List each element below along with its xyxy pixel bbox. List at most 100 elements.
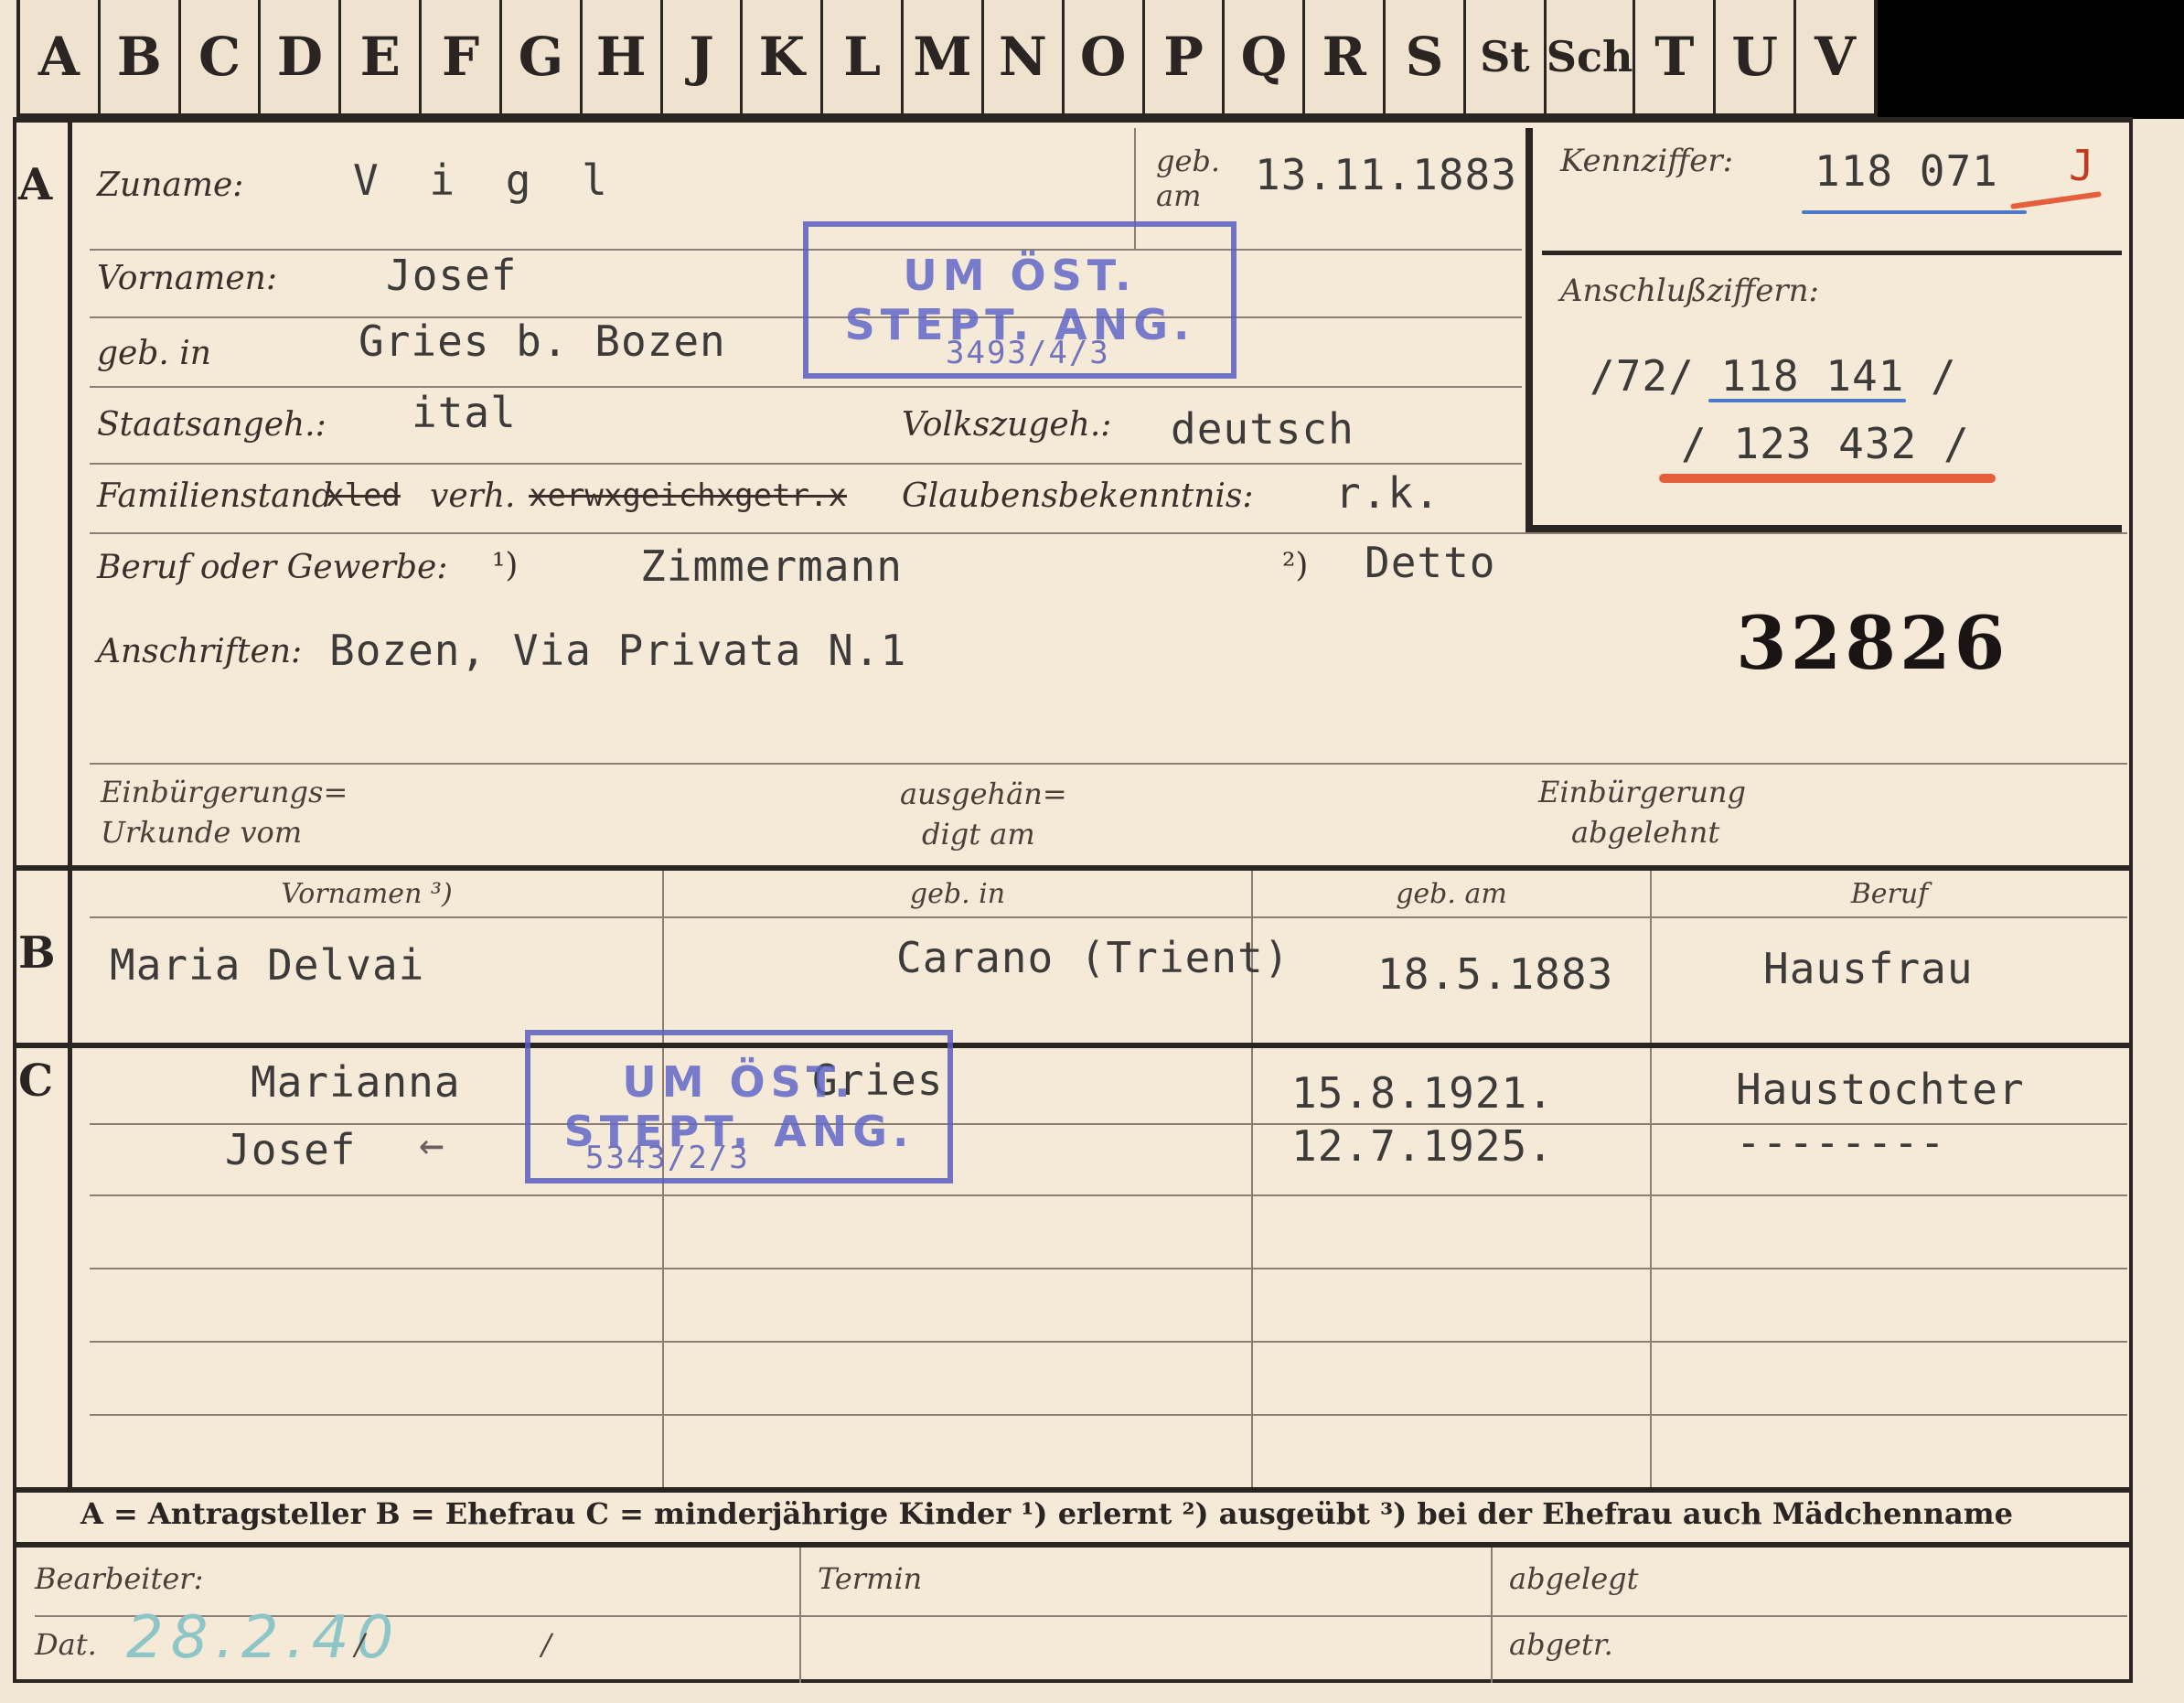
born-on-label-2: am [1156, 178, 1202, 213]
spouse-header-names: Vornamen ³) [281, 878, 453, 910]
section-divider-line [68, 123, 72, 1487]
red-underline [1659, 474, 1996, 483]
black-corner [1875, 0, 2184, 119]
address-value: Bozen, Via Privata N.1 [329, 626, 907, 675]
rule [90, 1341, 2127, 1343]
ethnicity-value: deutsch [1171, 404, 1354, 454]
occupation-label: Beruf oder Gewerbe: [97, 549, 448, 586]
child-1-born-on: 15.8.1921. [1291, 1068, 1554, 1118]
connect-label: Anschlußziffern: [1560, 273, 1819, 309]
address-label: Anschriften: [97, 633, 303, 670]
child-1-occupation: Haustochter [1736, 1065, 2025, 1114]
religion-value: r.k. [1335, 468, 1440, 518]
section-c-divider [16, 1043, 2129, 1048]
column-divider [1491, 1548, 1493, 1683]
rule [90, 1194, 2127, 1196]
child-1-name: Marianna [251, 1057, 461, 1107]
id-suffix: J [2069, 141, 2095, 190]
religion-label: Glaubensbekenntnis: [902, 477, 1254, 515]
rule [90, 532, 2127, 534]
rule [90, 1268, 2127, 1269]
stamp-um-ost-2: UM ÖST. STEPT. ANG. 5343/2/3 [525, 1030, 953, 1184]
tab-letter: U [1716, 0, 1797, 113]
rule [90, 463, 1522, 465]
tab-letter: T [1635, 0, 1717, 113]
surname-label: Zuname: [97, 166, 244, 204]
tab-letter: G [502, 0, 583, 113]
id-label: Kennziffer: [1560, 143, 1734, 179]
tab-letter: H [583, 0, 663, 113]
child-2-name: Josef [225, 1125, 357, 1174]
filed-label: abgelegt [1509, 1561, 1639, 1596]
spouse-header-born-in: geb. in [909, 878, 1006, 910]
naturalization-label-1: Einbürgerungs= [101, 775, 348, 809]
stamp-line-1: UM ÖST. [622, 1057, 856, 1107]
rule [90, 916, 2127, 918]
spouse-header-born-on: geb. am [1396, 878, 1507, 910]
tab-letter: D [261, 0, 342, 113]
child-2-born-on: 12.7.1925. [1291, 1121, 1554, 1171]
tab-letter: St [1466, 0, 1547, 113]
tab-letter: B [101, 0, 181, 113]
registration-card: A B C Zuname: V i g l geb. am 13.11.1883… [13, 117, 2133, 1683]
deadline-label: Termin [818, 1561, 923, 1596]
surname-value: V i g l [353, 155, 620, 205]
stamp-line-1: UM ÖST. [903, 251, 1137, 300]
blue-underline-2 [1708, 399, 1906, 402]
tab-letter: Q [1225, 0, 1306, 113]
born-in-value: Gries b. Bozen [359, 316, 726, 366]
tab-letter: P [1145, 0, 1226, 113]
tab-letter: L [823, 0, 905, 113]
rule [90, 763, 2127, 765]
processor-label: Bearbeiter: [35, 1561, 204, 1596]
legend: A = Antragsteller B = Ehefrau C = minder… [80, 1496, 2013, 1531]
file-number: 32826 [1736, 600, 2009, 686]
connect-number-1: /72/ 118 141 / [1590, 351, 1957, 401]
column-divider [799, 1548, 801, 1683]
stamp-um-ost-1: UM ÖST. STEPT. ANG. 3493/4/3 [803, 221, 1237, 379]
id-box-divider [1542, 251, 2122, 255]
spouse-born-on: 18.5.1883 [1377, 949, 1614, 999]
marital-struck-2: xerwxgeichxgetr.x [529, 477, 847, 514]
tab-letter: F [422, 0, 502, 113]
spouse-born-in: Carano (Trient) [896, 933, 1290, 982]
rule [90, 1414, 2127, 1416]
tab-letter: M [904, 0, 984, 113]
tab-letter: N [984, 0, 1065, 113]
citizenship-label: Staatsangeh.: [97, 406, 327, 444]
slash: / [541, 1627, 551, 1662]
first-names-value: Josef [386, 251, 518, 300]
occupation-footnote-1: ¹) [492, 547, 519, 584]
tab-letter: E [341, 0, 423, 113]
tab-letter: O [1065, 0, 1145, 113]
naturalization-label-2: Urkunde vom [101, 815, 303, 850]
citizenship-value: ital [412, 388, 517, 437]
section-label-c: C [18, 1055, 54, 1107]
occupation-footnote-2: ²) [1282, 547, 1309, 584]
first-names-label: Vornamen: [97, 260, 277, 297]
tab-letter: J [663, 0, 744, 113]
marital-status-label: Familienstand [97, 477, 333, 515]
column-divider [1650, 871, 1652, 1487]
child-2-occupation: -------- [1736, 1118, 1946, 1167]
born-on-value: 13.11.1883 [1255, 150, 1517, 199]
handed-out-label-1: ausgehän= [900, 777, 1067, 811]
rule [90, 386, 1522, 388]
handed-out-label-2: digt am [922, 817, 1035, 852]
blue-underline [1802, 210, 2027, 214]
tab-letter: C [181, 0, 262, 113]
slash: / [355, 1627, 365, 1662]
tab-letter: V [1814, 26, 1856, 88]
stamp-number: 3493/4/3 [946, 335, 1110, 371]
tab-letter: Sch [1547, 0, 1636, 113]
rejected-label-2: abgelehnt [1571, 815, 1720, 850]
footer-top-rule [16, 1542, 2129, 1548]
connect-number-2: / 123 432 / [1681, 419, 1970, 468]
transferred-label: abgetr. [1509, 1627, 1613, 1662]
alphabet-tab-strip: A B C D E F G H J K L M N O P Q R S St Sch T U V [16, 0, 1878, 117]
ethnicity-label: Volkszugeh.: [902, 406, 1112, 444]
id-number: 118 071 [1815, 146, 1998, 196]
date-label: Dat. [35, 1627, 97, 1662]
marital-status-value: verh. [430, 477, 516, 515]
occupation-2-value: Detto [1365, 538, 1496, 587]
